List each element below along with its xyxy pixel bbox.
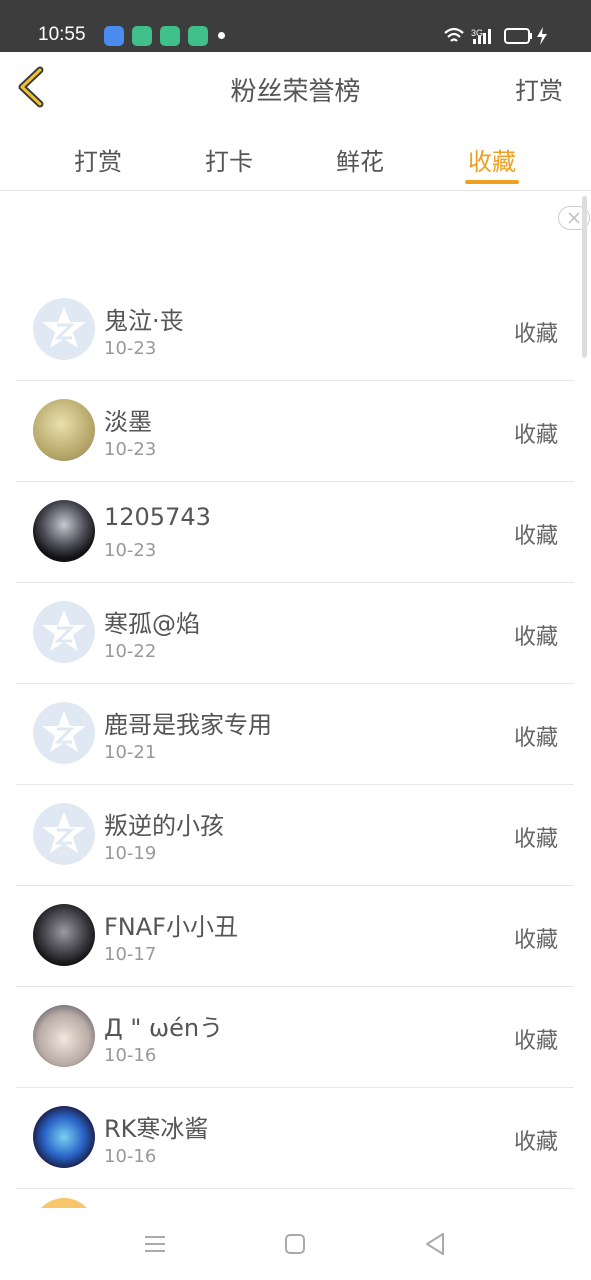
favorite-label: 收藏 — [513, 827, 558, 852]
user-name: FNAF小小丑 — [104, 913, 238, 941]
user-avatar — [33, 399, 95, 461]
user-name: 鬼泣·丧 — [104, 307, 184, 335]
favorite-date: 10-19 — [104, 843, 157, 864]
header: 粉丝荣誉榜 打赏 — [0, 52, 591, 123]
menu-icon[interactable] — [141, 1230, 169, 1258]
user-name: 鹿哥是我家专用 — [104, 711, 272, 739]
list-item[interactable]: 鹿哥是我家专用 10-21 收藏 — [16, 684, 574, 785]
favorite-label: 收藏 — [513, 726, 558, 751]
favorite-label: 收藏 — [513, 1130, 558, 1155]
default-avatar-icon — [33, 702, 95, 764]
favorite-date: 10-16 — [104, 1146, 157, 1167]
network-type-label: 3G — [471, 28, 483, 38]
tab-checkin[interactable]: 打卡 — [189, 142, 269, 177]
tab-bar: 打赏 打卡 鲜花 收藏 — [0, 122, 591, 191]
user-name: Д " ωénう — [104, 1014, 224, 1042]
default-avatar-icon — [33, 601, 95, 663]
favorite-date: 10-23 — [104, 439, 157, 460]
favorite-label: 收藏 — [513, 1029, 558, 1054]
user-name: 叛逆的小孩 — [104, 812, 224, 840]
list-item-partial[interactable] — [16, 1180, 574, 1208]
home-icon[interactable] — [281, 1230, 309, 1258]
fan-list: 鬼泣·丧 10-23 收藏 淡墨 10-23 收藏 1205743 10-23 … — [16, 280, 574, 1189]
reward-button[interactable]: 打赏 — [515, 71, 563, 106]
favorite-date: 10-21 — [104, 742, 157, 763]
list-item[interactable]: 叛逆的小孩 10-19 收藏 — [16, 785, 574, 886]
status-time: 10:55 — [38, 24, 86, 45]
favorite-date: 10-17 — [104, 944, 157, 965]
user-avatar — [33, 904, 95, 966]
cloud-app-icon — [104, 26, 124, 46]
favorite-label: 收藏 — [513, 322, 558, 347]
default-avatar-icon — [33, 298, 95, 360]
favorite-date: 10-23 — [104, 338, 157, 359]
user-name: 淡墨 — [104, 408, 152, 436]
list-item[interactable]: 淡墨 10-23 收藏 — [16, 381, 574, 482]
user-avatar — [33, 1198, 95, 1208]
back-icon[interactable] — [421, 1230, 449, 1258]
favorite-label: 收藏 — [513, 524, 558, 549]
system-nav-bar — [0, 1208, 591, 1280]
list-item[interactable]: RK寒冰酱 10-16 收藏 — [16, 1088, 574, 1189]
scrollbar[interactable] — [582, 196, 587, 358]
list-item[interactable]: Д " ωénう 10-16 收藏 — [16, 987, 574, 1088]
status-bar: 10:55 3G — [0, 0, 591, 52]
user-name: 寒孤@焰 — [104, 610, 200, 638]
user-avatar — [33, 500, 95, 562]
tab-flowers[interactable]: 鲜花 — [320, 142, 400, 177]
favorite-date: 10-22 — [104, 641, 157, 662]
battery-icon — [504, 27, 547, 45]
favorite-label: 收藏 — [513, 423, 558, 448]
default-avatar-icon — [33, 803, 95, 865]
user-avatar — [33, 1005, 95, 1067]
list-item[interactable]: 鬼泣·丧 10-23 收藏 — [16, 280, 574, 381]
phone-app-icon — [132, 26, 152, 46]
favorite-date: 10-23 — [104, 540, 157, 561]
status-icons: 3G — [444, 27, 547, 45]
notification-dot-icon — [218, 32, 225, 39]
list-item[interactable]: 1205743 10-23 收藏 — [16, 482, 574, 583]
list-item[interactable]: 寒孤@焰 10-22 收藏 — [16, 583, 574, 684]
favorite-date: 10-16 — [104, 1045, 157, 1066]
page-title: 粉丝荣誉榜 — [230, 77, 361, 107]
favorite-label: 收藏 — [513, 928, 558, 953]
user-name: 1205743 — [104, 503, 211, 531]
wifi-icon — [444, 27, 464, 42]
user-name: RK寒冰酱 — [104, 1115, 209, 1143]
message-app-icon — [188, 26, 208, 46]
tab-favorites[interactable]: 收藏 — [452, 142, 532, 177]
phone-app-icon — [160, 26, 180, 46]
user-avatar — [33, 1106, 95, 1168]
active-tab-indicator — [465, 180, 519, 184]
tab-reward[interactable]: 打赏 — [58, 142, 138, 177]
list-item[interactable]: FNAF小小丑 10-17 收藏 — [16, 886, 574, 987]
favorite-label: 收藏 — [513, 625, 558, 650]
